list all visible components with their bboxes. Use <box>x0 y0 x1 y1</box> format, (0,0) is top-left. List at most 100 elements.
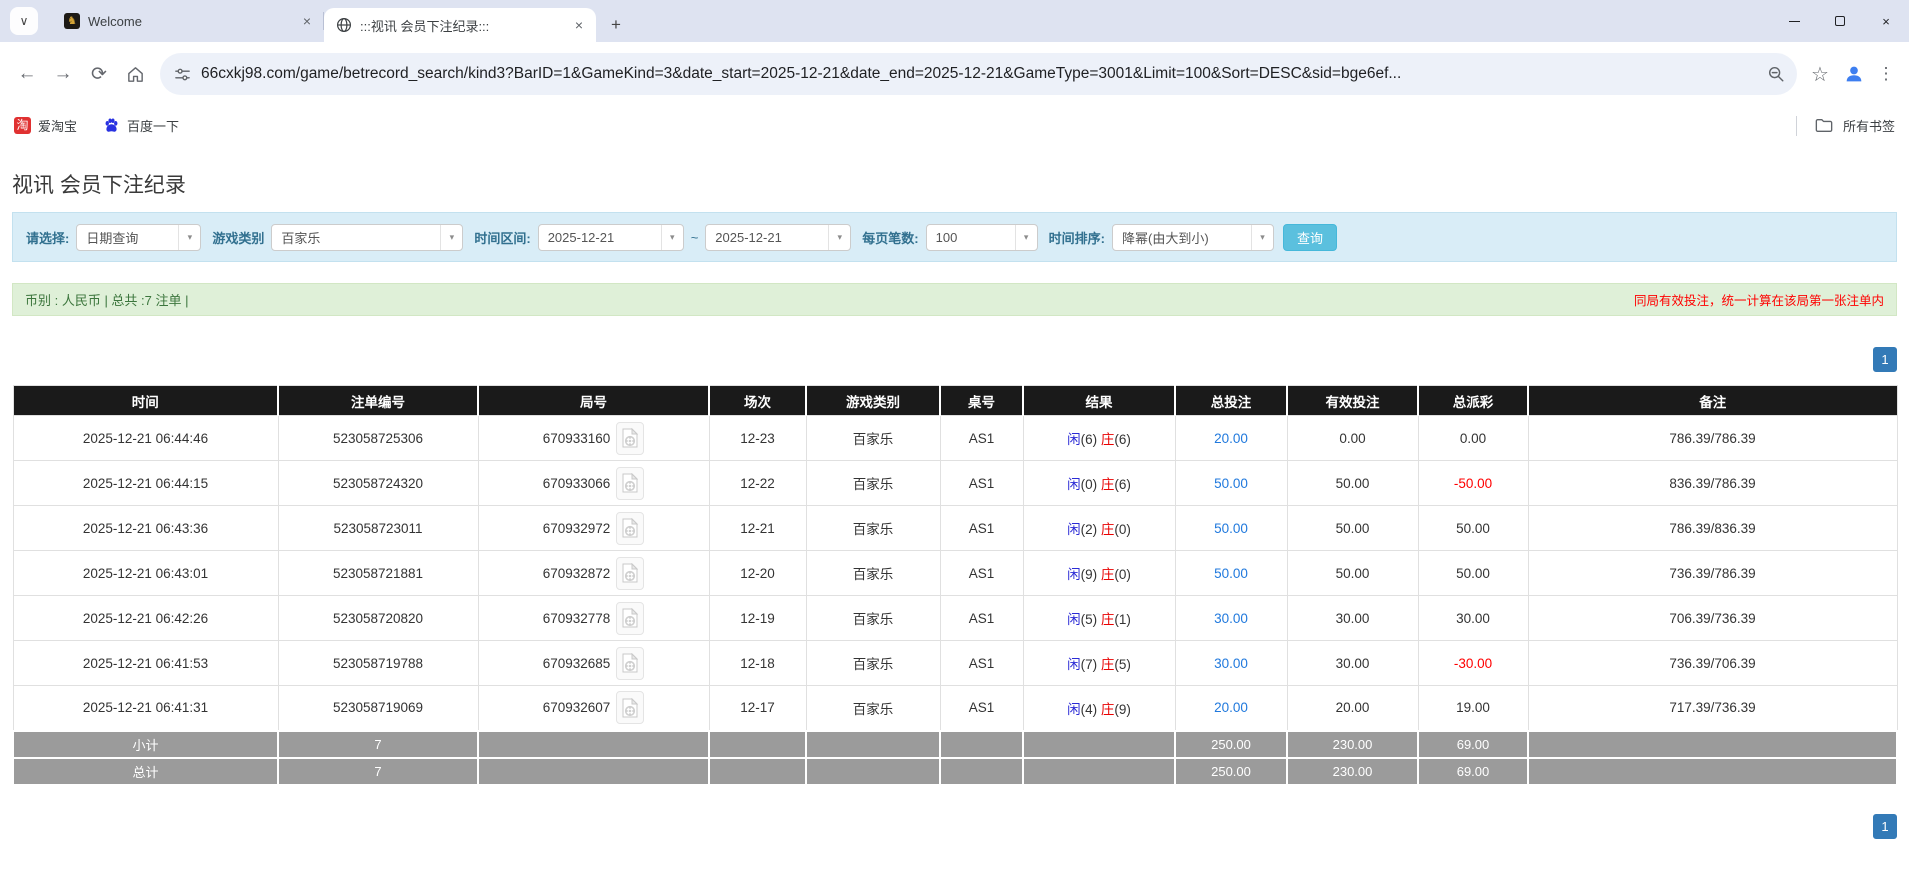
player-result: 闲 <box>1067 567 1081 582</box>
game-type-cell: 百家乐 <box>806 641 940 686</box>
video-replay-button[interactable] <box>616 647 644 680</box>
back-button[interactable]: ← <box>10 57 44 91</box>
tab-bet-record[interactable]: :::视讯 会员下注纪录::: × <box>324 8 596 42</box>
zoom-out-icon[interactable] <box>1767 65 1785 83</box>
menu-kebab-icon[interactable]: ⋮ <box>1873 64 1899 84</box>
bookmark-star-icon[interactable]: ☆ <box>1805 62 1835 87</box>
chevron-down-icon[interactable]: ▾ <box>440 225 462 250</box>
chevron-down-icon[interactable]: ▾ <box>828 225 850 250</box>
forward-button[interactable]: → <box>46 57 80 91</box>
plus-icon: + <box>611 15 621 35</box>
site-info-icon[interactable] <box>174 66 191 83</box>
video-replay-button[interactable] <box>616 512 644 545</box>
bookmark-baidu[interactable]: 百度一下 <box>103 116 179 135</box>
table-row: 2025-12-21 06:44:46523058725306670933160… <box>13 416 1897 461</box>
total-bet-cell[interactable]: 50.00 <box>1175 551 1287 596</box>
maximize-button[interactable] <box>1817 0 1863 42</box>
page-size-label: 每页笔数: <box>862 228 918 247</box>
total-bet-cell[interactable]: 30.00 <box>1175 596 1287 641</box>
column-header-10: 备注 <box>1528 386 1897 416</box>
close-tab-icon[interactable]: × <box>570 16 588 34</box>
round-wrap: 670932872 <box>479 557 709 590</box>
reload-button[interactable]: ⟳ <box>82 57 116 91</box>
result-count: (5) <box>1081 612 1098 627</box>
date-start-select[interactable]: 2025-12-21 ▾ <box>538 224 684 251</box>
select-type-label: 请选择: <box>26 228 69 247</box>
table-no-cell: AS1 <box>940 686 1023 731</box>
total-bet-cell[interactable]: 20.00 <box>1175 416 1287 461</box>
session-cell: 12-20 <box>709 551 806 596</box>
bet-id-cell: 523058724320 <box>278 461 478 506</box>
footer-total-bet-cell: 250.00 <box>1175 758 1287 785</box>
close-window-button[interactable]: × <box>1863 0 1909 42</box>
remark-cell: 836.39/786.39 <box>1528 461 1897 506</box>
tab-welcome[interactable]: ♞ Welcome × <box>52 0 324 42</box>
game-type-cell: 百家乐 <box>806 416 940 461</box>
result-count: (0) <box>1114 567 1131 582</box>
video-replay-button[interactable] <box>616 467 644 500</box>
total-bet-cell[interactable]: 50.00 <box>1175 506 1287 551</box>
profile-button[interactable] <box>1839 63 1869 85</box>
valid-bet-notice: 同局有效投注，统一计算在该局第一张注单内 <box>1634 290 1884 309</box>
player-result: 闲 <box>1067 477 1081 492</box>
round-id: 670933066 <box>543 476 611 491</box>
footer-remark-cell <box>1528 731 1897 758</box>
time-cell: 2025-12-21 06:43:01 <box>13 551 278 596</box>
tab-search-button[interactable]: ∨ <box>10 7 38 35</box>
all-bookmarks[interactable]: 所有书签 <box>1796 116 1895 136</box>
tabs: ♞ Welcome × :::视讯 会员下注纪录::: × <box>52 0 596 42</box>
minimize-icon <box>1789 21 1800 22</box>
game-type-select[interactable]: 百家乐 ▾ <box>271 224 463 251</box>
result-cell: 闲(7) 庄(5) <box>1023 641 1175 686</box>
minimize-button[interactable] <box>1771 0 1817 42</box>
banker-result: 庄 <box>1101 477 1115 492</box>
maximize-icon <box>1835 16 1845 26</box>
video-replay-button[interactable] <box>616 422 644 455</box>
page-size-select[interactable]: 100 ▾ <box>926 224 1038 251</box>
total-bet-cell[interactable]: 30.00 <box>1175 641 1287 686</box>
column-header-3: 场次 <box>709 386 806 416</box>
table-header-row: 时间注单编号局号场次游戏类别桌号结果总投注有效投注总派彩备注 <box>13 386 1897 416</box>
query-type-select[interactable]: 日期查询 ▾ <box>76 224 201 251</box>
url-bar[interactable]: 66cxkj98.com/game/betrecord_search/kind3… <box>160 53 1797 95</box>
video-replay-button[interactable] <box>616 691 644 724</box>
bet-id-cell: 523058721881 <box>278 551 478 596</box>
forward-icon: → <box>54 63 73 85</box>
chevron-down-icon[interactable]: ▾ <box>178 225 200 250</box>
payout-cell: 30.00 <box>1418 596 1528 641</box>
footer-time-cell: 小计 <box>13 731 278 758</box>
result-count: (9) <box>1081 567 1098 582</box>
page-1-button[interactable]: 1 <box>1873 347 1897 372</box>
chevron-down-icon[interactable]: ▾ <box>1015 225 1037 250</box>
page-1-button[interactable]: 1 <box>1873 814 1897 839</box>
bookmark-taobao[interactable]: 淘 爱淘宝 <box>14 116 77 135</box>
total-bet-cell[interactable]: 20.00 <box>1175 686 1287 731</box>
game-type-cell: 百家乐 <box>806 686 940 731</box>
new-tab-button[interactable]: + <box>602 11 630 39</box>
banker-result: 庄 <box>1101 612 1115 627</box>
table-row: 2025-12-21 06:43:01523058721881670932872… <box>13 551 1897 596</box>
round-id: 670932778 <box>543 611 611 626</box>
result-count: (5) <box>1114 657 1131 672</box>
footer-session-cell <box>709 731 806 758</box>
column-header-9: 总派彩 <box>1418 386 1528 416</box>
search-button[interactable]: 查询 <box>1283 224 1337 251</box>
page-title: 视讯 会员下注纪录 <box>0 145 1909 199</box>
remark-cell: 786.39/786.39 <box>1528 416 1897 461</box>
home-button[interactable] <box>118 57 152 91</box>
total-bet-cell[interactable]: 50.00 <box>1175 461 1287 506</box>
video-replay-button[interactable] <box>616 602 644 635</box>
result-cell: 闲(0) 庄(6) <box>1023 461 1175 506</box>
valid-bet-cell: 50.00 <box>1287 551 1418 596</box>
tilde-separator: ~ <box>691 230 699 245</box>
back-icon: ← <box>18 63 37 85</box>
table-no-cell: AS1 <box>940 506 1023 551</box>
remark-cell: 736.39/786.39 <box>1528 551 1897 596</box>
url-text[interactable]: 66cxkj98.com/game/betrecord_search/kind3… <box>201 65 1757 83</box>
chevron-down-icon[interactable]: ▾ <box>1251 225 1273 250</box>
close-tab-icon[interactable]: × <box>298 12 316 30</box>
video-replay-button[interactable] <box>616 557 644 590</box>
sort-select[interactable]: 降幂(由大到小) ▾ <box>1112 224 1274 251</box>
date-end-select[interactable]: 2025-12-21 ▾ <box>705 224 851 251</box>
chevron-down-icon[interactable]: ▾ <box>661 225 683 250</box>
